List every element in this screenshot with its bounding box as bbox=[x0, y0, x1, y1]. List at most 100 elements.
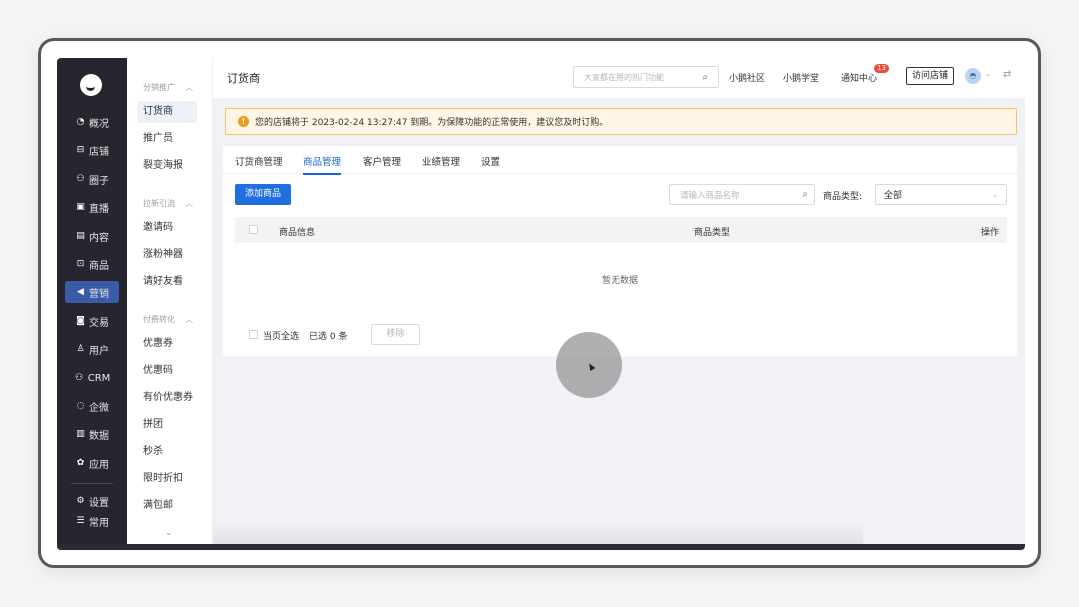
nav-icon: ◀ bbox=[77, 287, 84, 297]
nav-label: 企微 bbox=[89, 402, 109, 414]
chevron-up-icon: ︿ bbox=[185, 199, 193, 208]
nav-item[interactable]: ⊡ 商品 bbox=[65, 253, 119, 275]
nav-icon: ⚇ bbox=[76, 174, 85, 184]
nav-item[interactable]: ⚇ CRM bbox=[65, 367, 119, 389]
column-product-type: 商品类型 bbox=[694, 228, 731, 238]
search-icon[interactable]: ⌕ bbox=[702, 72, 708, 83]
feature-search-input[interactable]: 大家都在用的热门功能 ⌕ bbox=[573, 66, 719, 88]
submenu-item[interactable]: 优惠券 bbox=[137, 333, 197, 355]
cursor-highlight bbox=[556, 332, 622, 398]
expiry-notice: ! 您的店铺将于 2023-02-24 13:27:47 到期。为保障功能的正常… bbox=[225, 108, 1017, 135]
menu-group-title[interactable]: 拉新引流 ︿ bbox=[143, 198, 193, 209]
nav-label: 直播 bbox=[89, 203, 109, 215]
select-all-checkbox[interactable] bbox=[249, 225, 258, 234]
nav-label: 交易 bbox=[89, 317, 109, 329]
app-screen: ◔ 概况 ⊟ 店铺 ⚇ 圈子 ▣ 直播 ▤ 内容 ⊡ 商品 ◀ 营销 ◙ 交易 ♙ 用户 ⚇ CRM ◌ 企微 ▥ 数据 ✿ 应用… bbox=[57, 58, 1025, 550]
nav-icon: ◌ bbox=[76, 401, 85, 411]
nav-label: 设置 bbox=[89, 497, 109, 509]
product-search-placeholder: 请输入商品名称 bbox=[680, 190, 740, 201]
sidebar-divider bbox=[71, 483, 113, 484]
remove-button[interactable]: 移除 bbox=[371, 324, 420, 345]
add-product-button[interactable]: 添加商品 bbox=[235, 184, 292, 205]
submenu-item[interactable]: 有价优惠券 bbox=[137, 387, 197, 409]
submenu-item[interactable]: 订货商 bbox=[137, 101, 197, 123]
nav-icon: ⊟ bbox=[76, 145, 85, 155]
submenu-item[interactable]: 裂变海报 bbox=[137, 155, 197, 177]
nav-icon: ▤ bbox=[76, 231, 85, 241]
secondary-menu: 分销推广 ︿ 订货商 推广员 裂变海报 拉新引流 ︿ 邀请码 涨粉神器 请好友看 付费转化 ︿ 优惠券优… bbox=[127, 58, 213, 550]
nav-item[interactable]: ▣ 直播 bbox=[65, 196, 119, 218]
nav-item[interactable]: ⚇ 圈子 bbox=[65, 168, 119, 190]
tab[interactable]: 设置 bbox=[481, 154, 500, 173]
submenu-item[interactable]: 秒杀 bbox=[137, 441, 197, 463]
chevron-down-icon[interactable]: ⌄ bbox=[985, 70, 991, 78]
academy-link[interactable]: 小鹅学堂 bbox=[783, 71, 819, 84]
nav-label: 概况 bbox=[89, 118, 109, 130]
notice-text: 您的店铺将于 2023-02-24 13:27:47 到期。为保障功能的正常使用… bbox=[255, 118, 609, 128]
nav-item[interactable]: ♙ 用户 bbox=[65, 338, 119, 360]
app-logo bbox=[80, 74, 102, 96]
submenu-item[interactable]: 请好友看 bbox=[137, 271, 197, 293]
avatar[interactable]: ◓ bbox=[965, 68, 981, 84]
top-header: 订货商 大家都在用的热门功能 ⌕ 小鹅社区 小鹅学堂 通知中心 13 访问店铺 … bbox=[213, 58, 1025, 98]
nav-icon: ◙ bbox=[76, 316, 85, 326]
menu-group-title[interactable]: 分销推广 ︿ bbox=[143, 82, 193, 93]
page-select-checkbox[interactable] bbox=[249, 330, 258, 339]
tab[interactable]: 订货商管理 bbox=[235, 154, 283, 173]
nav-icon: ▥ bbox=[76, 429, 85, 439]
nav-item[interactable]: ▥ 数据 bbox=[65, 423, 119, 445]
nav-item[interactable]: ✿ 应用 bbox=[65, 452, 119, 474]
nav-label: 店铺 bbox=[89, 146, 109, 158]
nav-label: 内容 bbox=[89, 232, 109, 244]
tab[interactable]: 业绩管理 bbox=[422, 154, 460, 173]
nav-icon: ⊡ bbox=[76, 259, 85, 269]
community-link[interactable]: 小鹅社区 bbox=[729, 71, 765, 84]
product-type-select[interactable]: 全部 ⌄ bbox=[875, 184, 1007, 205]
column-product-info: 商品信息 bbox=[279, 228, 316, 238]
submenu-item[interactable]: 优惠码 bbox=[137, 360, 197, 382]
submenu-item[interactable]: 限时折扣 bbox=[137, 468, 197, 490]
visit-store-button[interactable]: 访问店铺 bbox=[906, 67, 955, 85]
select-page-label[interactable]: 当页全选 bbox=[263, 329, 299, 342]
column-actions: 操作 bbox=[981, 228, 1000, 238]
nav-label: 应用 bbox=[89, 459, 109, 471]
product-search-input[interactable]: 请输入商品名称 ⌕ bbox=[669, 184, 815, 205]
tab[interactable]: 商品管理 bbox=[303, 154, 342, 175]
submenu-item[interactable]: 满包邮 bbox=[137, 495, 197, 517]
nav-label: 常用 bbox=[89, 517, 109, 529]
nav-item[interactable]: ⚙ 设置 bbox=[65, 490, 119, 512]
nav-item[interactable]: ◙ 交易 bbox=[65, 310, 119, 332]
nav-label: 营销 bbox=[89, 288, 109, 300]
nav-item[interactable]: ◌ 企微 bbox=[65, 395, 119, 417]
nav-label: CRM bbox=[87, 372, 111, 384]
nav-label: 商品 bbox=[89, 260, 109, 272]
menu-group-title[interactable]: 付费转化 ︿ bbox=[143, 314, 193, 325]
submenu-item[interactable]: 拼团 bbox=[137, 414, 197, 436]
chevron-down-icon: ⌄ bbox=[992, 190, 998, 199]
search-placeholder: 大家都在用的热门功能 bbox=[584, 72, 664, 82]
tab[interactable]: 客户管理 bbox=[363, 154, 401, 173]
nav-icon: ♙ bbox=[76, 344, 85, 354]
nav-item[interactable]: ◀ 营销 bbox=[65, 281, 119, 303]
nav-item[interactable]: ◔ 概况 bbox=[65, 111, 119, 133]
submenu-item[interactable]: 涨粉神器 bbox=[137, 244, 197, 266]
notification-label: 通知中心 bbox=[841, 74, 878, 84]
submenu-item[interactable]: 推广员 bbox=[137, 128, 197, 150]
product-type-value: 全部 bbox=[884, 191, 903, 201]
chevron-up-icon: ︿ bbox=[185, 83, 193, 92]
tab-bar: 订货商管理 商品管理 客户管理 业绩管理 设置 bbox=[223, 146, 1017, 175]
chevron-down-icon[interactable]: ⌄ bbox=[165, 528, 173, 538]
notification-badge: 13 bbox=[874, 64, 890, 73]
primary-sidebar: ◔ 概况 ⊟ 店铺 ⚇ 圈子 ▣ 直播 ▤ 内容 ⊡ 商品 ◀ 营销 ◙ 交易 ♙ 用户 ⚇ CRM ◌ 企微 ▥ 数据 ✿ 应用… bbox=[57, 58, 127, 550]
selected-count: 已选 0 条 bbox=[309, 332, 348, 342]
submenu-item[interactable]: 邀请码 bbox=[137, 217, 197, 239]
switch-icon[interactable]: ⇄ bbox=[1003, 69, 1011, 80]
nav-item[interactable]: ⊟ 店铺 bbox=[65, 139, 119, 161]
notification-center-link[interactable]: 通知中心 13 bbox=[841, 64, 890, 84]
menu-group-label: 付费转化 bbox=[143, 315, 175, 324]
empty-state: 暂无数据 bbox=[601, 276, 638, 286]
nav-item[interactable]: ▤ 内容 bbox=[65, 225, 119, 247]
nav-item[interactable]: ☰ 常用 bbox=[65, 510, 119, 532]
search-icon[interactable]: ⌕ bbox=[802, 189, 808, 200]
nav-icon: ✿ bbox=[76, 458, 85, 468]
